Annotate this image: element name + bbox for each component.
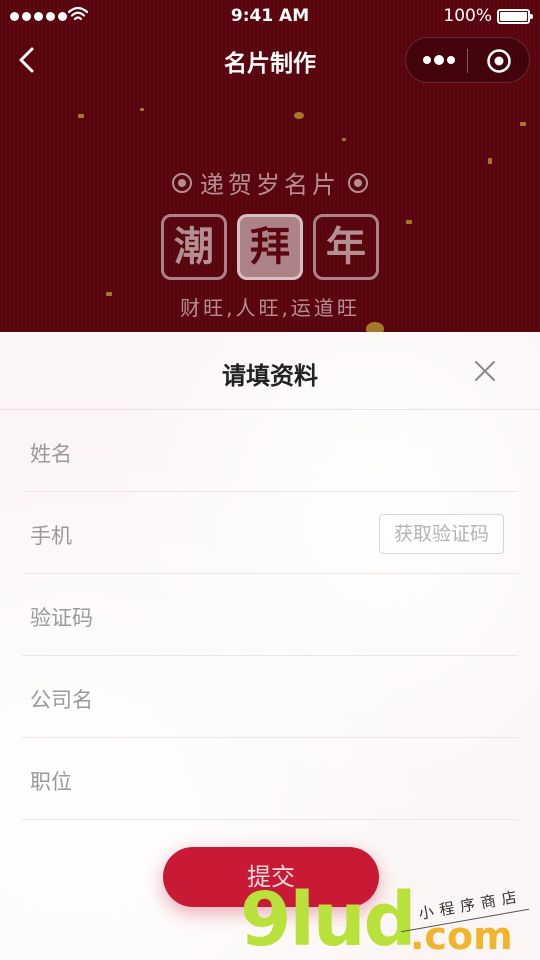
watermark-domain: .com <box>410 914 513 958</box>
confetti <box>78 114 84 118</box>
confetti <box>366 322 384 332</box>
code-input[interactable] <box>22 574 518 655</box>
banner-char: 年 <box>313 214 379 280</box>
watermark-brand: 9lud <box>240 877 417 960</box>
position-row: 职位 <box>22 738 518 820</box>
company-input[interactable] <box>22 656 518 737</box>
confetti <box>520 122 526 126</box>
confetti <box>140 108 144 111</box>
battery-percent: 100% <box>443 6 492 26</box>
confetti <box>342 138 346 141</box>
confetti <box>294 112 304 119</box>
greeting-banner: 递贺岁名片 潮 拜 年 财旺,人旺,运道旺 <box>0 165 540 321</box>
flower-icon <box>348 172 368 193</box>
target-icon[interactable] <box>486 48 512 74</box>
phone-input[interactable] <box>22 492 362 573</box>
sheet-header: 请填资料 <box>0 332 540 410</box>
close-icon[interactable] <box>474 360 496 382</box>
header-background: 9:41 AM 100% 名片制作 递贺岁名片 潮 拜 年 财旺,人旺,运道旺 <box>0 0 540 332</box>
banner-slogan: 财旺,人旺,运道旺 <box>180 296 360 320</box>
name-input[interactable] <box>22 410 518 491</box>
more-icon[interactable] <box>422 52 456 68</box>
flower-icon <box>172 172 192 193</box>
battery-icon <box>497 9 533 24</box>
banner-subtitle-text: 递贺岁名片 <box>200 171 340 199</box>
banner-char: 潮 <box>161 214 227 280</box>
code-row: 验证码 <box>22 574 518 656</box>
capsule-menu <box>405 37 530 83</box>
company-row: 公司名 <box>22 656 518 738</box>
sheet-title: 请填资料 <box>222 362 318 390</box>
banner-char: 拜 <box>237 214 303 280</box>
phone-row: 手机 获取验证码 <box>22 492 518 574</box>
banner-chars: 潮 拜 年 <box>0 214 540 280</box>
nav-bar: 名片制作 <box>0 34 540 86</box>
name-row: 姓名 <box>22 410 518 492</box>
banner-subtitle: 递贺岁名片 <box>0 165 540 200</box>
get-code-button[interactable]: 获取验证码 <box>379 514 504 554</box>
position-input[interactable] <box>22 738 518 819</box>
status-bar: 9:41 AM 100% <box>0 0 540 34</box>
confetti <box>488 158 492 164</box>
capsule-divider <box>467 49 468 73</box>
